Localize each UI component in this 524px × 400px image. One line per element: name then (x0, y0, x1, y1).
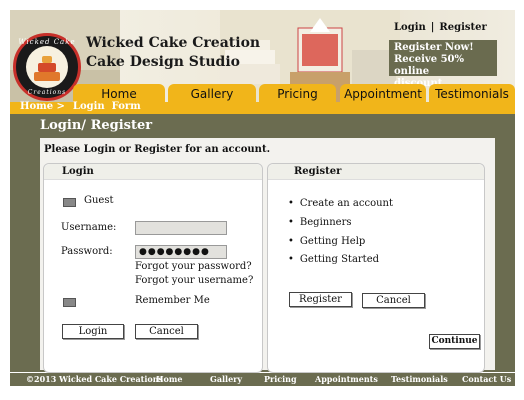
remember-me-label: Remember Me (135, 295, 210, 306)
login-cancel-button[interactable]: Cancel (135, 324, 198, 339)
page-title: Login/ Register (40, 118, 153, 133)
promo-line1: Register Now! (394, 42, 474, 53)
username-field[interactable] (135, 221, 227, 235)
main-content: Login/ Register Please Login or Register… (10, 114, 515, 373)
forgot-username-link[interactable]: Forgot your username? (135, 275, 253, 286)
remember-me-checkbox[interactable] (63, 298, 76, 307)
breadcrumb-home[interactable]: Home > (20, 101, 65, 112)
tab-pricing[interactable]: Pricing (259, 84, 336, 102)
tab-home[interactable]: Home (73, 84, 165, 102)
footer-link-pricing[interactable]: Pricing (264, 373, 297, 386)
tab-appointment[interactable]: Appointment (340, 84, 426, 102)
breadcrumb-current: Login Form (72, 101, 141, 112)
bullet-text: Create an account (299, 198, 393, 209)
login-box: Login Guest Username: Password: ●●●●●●●●… (43, 163, 263, 373)
footer-link-testimonials[interactable]: Testimonials (391, 373, 448, 386)
footer-link-appointments[interactable]: Appointments (315, 373, 378, 386)
register-bullet-beginners: Beginners (288, 217, 352, 228)
register-bullet-create-account: Create an account (288, 198, 393, 209)
breadcrumb: Home > Login Form (20, 101, 149, 112)
brand-name: Wicked Cake Creation (86, 35, 261, 51)
content-panel: Please Login or Register for an account.… (40, 138, 495, 373)
link-separator: | (430, 22, 435, 33)
register-heading: Register (268, 164, 484, 180)
register-cancel-button[interactable]: Cancel (362, 293, 425, 308)
footer-link-home[interactable]: Home (156, 373, 182, 386)
tab-testimonials[interactable]: Testimonials (429, 84, 515, 102)
footer-copyright: ©2013 Wicked Cake Creations (26, 374, 164, 384)
password-field[interactable]: ●●●●●●●● (135, 245, 227, 259)
username-label: Username: (61, 222, 117, 233)
promo-line2: Receive 50% online (394, 54, 464, 77)
logo-text-top: Wicked Cake (18, 38, 76, 46)
password-label: Password: (61, 246, 113, 257)
logo-cake-graphic (26, 46, 68, 88)
register-bullet-getting-help: Getting Help (288, 236, 365, 247)
main-nav: Home Gallery Pricing Appointment Testimo… (10, 84, 515, 102)
register-box: Register Create an account Beginners Get… (267, 163, 485, 373)
register-button[interactable]: Register (289, 292, 352, 307)
guest-checkbox[interactable] (63, 198, 76, 207)
breadcrumb-bar: Home > Login Form (10, 101, 515, 114)
footer-link-gallery[interactable]: Gallery (210, 373, 242, 386)
forgot-password-link[interactable]: Forgot your password? (135, 261, 252, 272)
bullet-text: Beginners (299, 217, 352, 228)
login-heading: Login (44, 164, 262, 180)
brand-tagline: Cake Design Studio (86, 54, 240, 70)
bullet-text: Getting Started (299, 254, 380, 265)
promo-banner[interactable]: Register Now! Receive 50% online discoun… (389, 40, 497, 89)
login-button[interactable]: Login (62, 324, 124, 339)
top-account-links: Login | Register (394, 22, 487, 33)
tab-gallery[interactable]: Gallery (168, 84, 256, 102)
continue-button[interactable]: Continue (429, 334, 480, 349)
register-bullet-getting-started: Getting Started (288, 254, 379, 265)
footer-link-contact[interactable]: Contact Us (462, 373, 511, 386)
guest-label: Guest (84, 195, 114, 206)
intro-text: Please Login or Register for an account. (44, 144, 271, 155)
bullet-text: Getting Help (299, 236, 366, 247)
register-link[interactable]: Register (439, 22, 486, 33)
site-footer: ©2013 Wicked Cake Creations Home Gallery… (10, 373, 515, 386)
login-link[interactable]: Login (394, 22, 426, 33)
